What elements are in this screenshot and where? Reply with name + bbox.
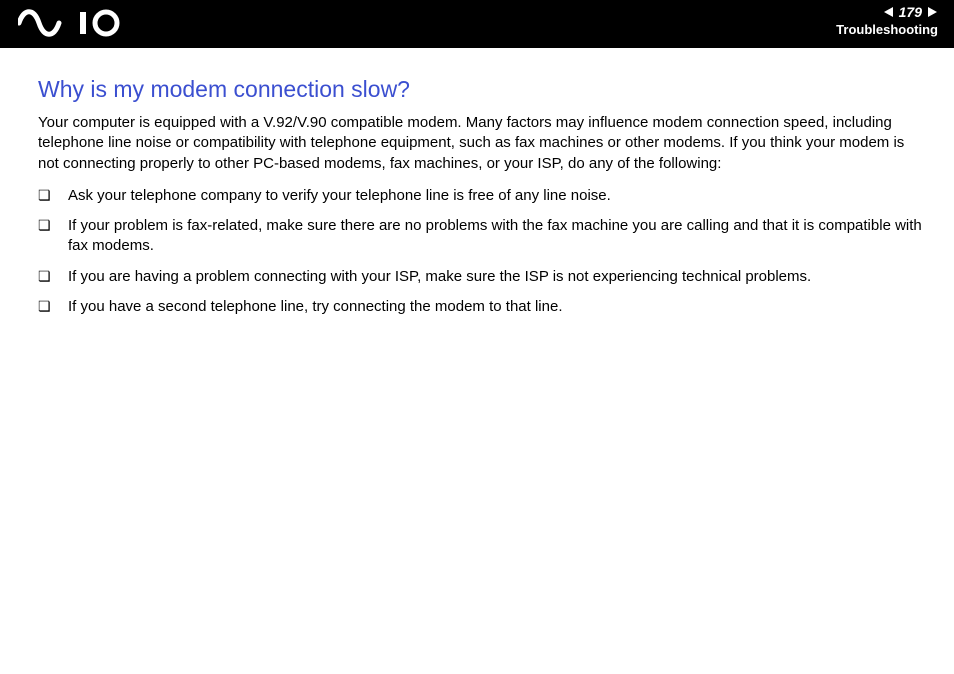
- prev-page-icon[interactable]: [883, 6, 895, 18]
- section-label: Troubleshooting: [836, 22, 938, 37]
- list-item: If your problem is fax-related, make sur…: [38, 216, 922, 257]
- page-number: 179: [899, 4, 922, 20]
- list-item: Ask your telephone company to verify you…: [38, 186, 922, 206]
- page-content: Why is my modem connection slow? Your co…: [0, 48, 954, 317]
- vaio-logo: [18, 6, 128, 40]
- page-header: 179 Troubleshooting: [0, 0, 954, 48]
- header-right: 179 Troubleshooting: [836, 4, 938, 37]
- page-nav: 179: [836, 4, 938, 20]
- article-intro: Your computer is equipped with a V.92/V.…: [38, 113, 922, 174]
- troubleshooting-list: Ask your telephone company to verify you…: [38, 186, 922, 317]
- list-item: If you have a second telephone line, try…: [38, 297, 922, 317]
- list-item: If you are having a problem connecting w…: [38, 267, 922, 287]
- next-page-icon[interactable]: [926, 6, 938, 18]
- article-title: Why is my modem connection slow?: [38, 76, 922, 103]
